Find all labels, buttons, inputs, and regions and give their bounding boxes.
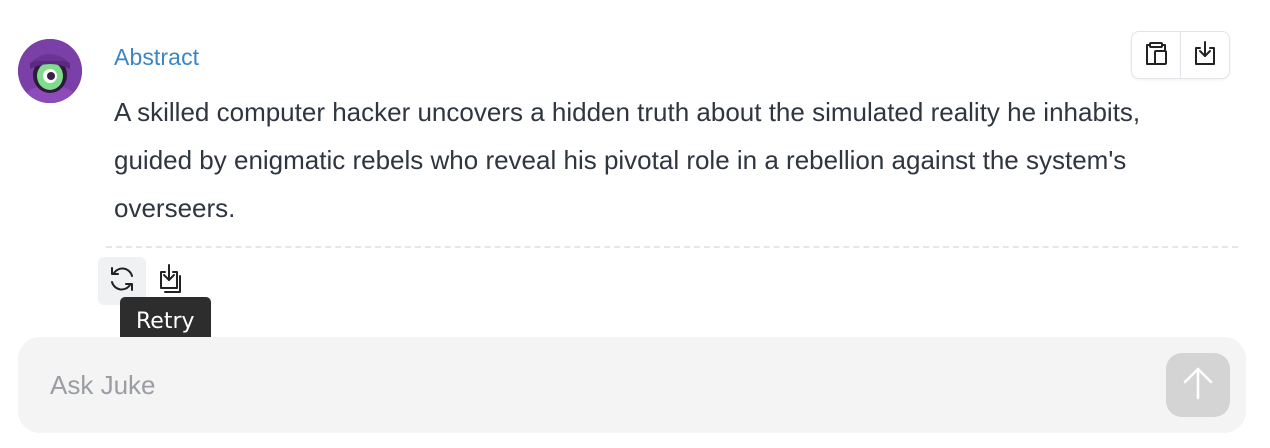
message-divider: [106, 246, 1238, 248]
composer: [18, 337, 1246, 433]
save-button[interactable]: [1180, 32, 1229, 78]
clipboard-copy-icon: [1142, 39, 1170, 72]
message-toolbar: [1131, 31, 1230, 79]
message-title: Abstract: [114, 44, 200, 70]
ask-input[interactable]: [50, 361, 1150, 409]
refresh-icon: [107, 264, 137, 299]
copy-button[interactable]: [1132, 32, 1180, 78]
message-body: A skilled computer hacker uncovers a hid…: [114, 97, 1141, 223]
arrow-up-icon: [1181, 364, 1215, 407]
save-to-notes-button[interactable]: [152, 262, 188, 300]
assistant-avatar-icon: [18, 39, 82, 103]
save-to-notes-icon: [156, 262, 184, 301]
chat-page: Abstract A skilled computer hacker uncov…: [0, 0, 1270, 448]
send-button[interactable]: [1166, 353, 1230, 417]
save-download-icon: [1191, 39, 1219, 72]
